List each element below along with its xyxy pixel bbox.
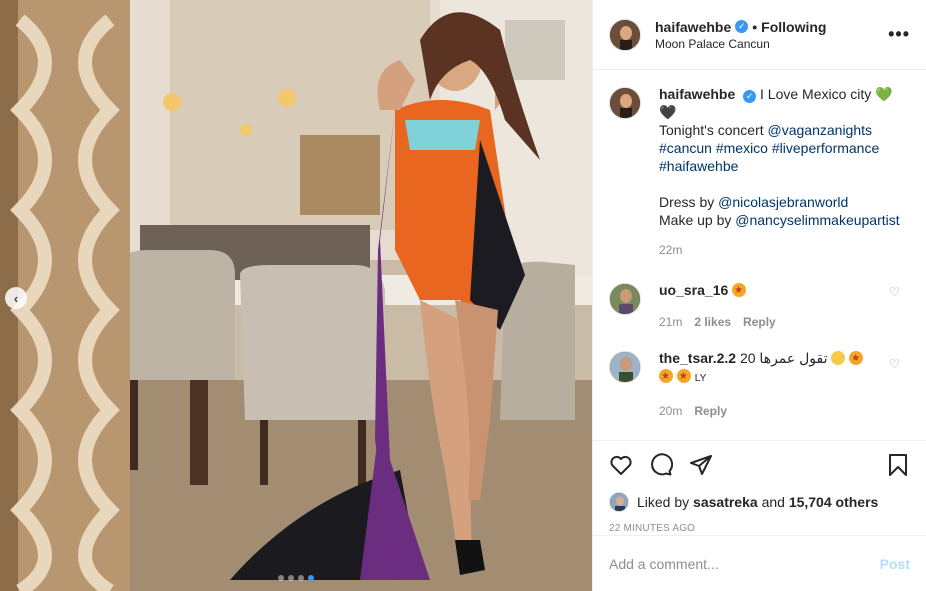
caption-username[interactable]: haifawehbe <box>659 86 735 102</box>
header-username[interactable]: haifawehbe <box>655 19 731 35</box>
carousel-dot-active <box>308 575 314 581</box>
comment-likes[interactable]: 2 likes <box>694 313 731 331</box>
post-timestamp[interactable]: 22 MINUTES AGO <box>609 523 910 534</box>
likes-summary: Liked by sasatreka and 15,704 others <box>609 491 910 513</box>
post-sidebar: haifawehbe ✓ • Following Moon Palace Can… <box>592 0 926 591</box>
hashtag-link[interactable]: #liveperformance <box>772 140 879 156</box>
comment-icon[interactable] <box>649 452 674 480</box>
carousel-dot <box>288 575 294 581</box>
caption: haifawehbe ✓ I Love Mexico city 💚 🖤 Toni… <box>609 71 910 259</box>
bookmark-icon[interactable] <box>886 453 910 480</box>
comment-input[interactable] <box>609 555 880 572</box>
reply-button[interactable]: Reply <box>694 402 727 420</box>
star-struck-emoji <box>676 368 691 386</box>
liked-and-text: and <box>761 494 785 510</box>
post-actions: Liked by sasatreka and 15,704 others 22 … <box>593 440 926 534</box>
comment-time[interactable]: 21m <box>659 313 682 331</box>
star-struck-emoji <box>732 282 747 300</box>
avatar[interactable] <box>609 87 641 119</box>
chevron-left-icon[interactable]: ‹ <box>5 287 27 309</box>
following-button[interactable]: Following <box>761 19 826 35</box>
verified-badge-icon: ✓ <box>735 20 749 33</box>
location-link[interactable]: Moon Palace Cancun <box>655 37 888 51</box>
comment-text: 20 تقول عمرها <box>739 350 828 366</box>
heart-icon[interactable] <box>609 453 633 480</box>
comment-like-heart-icon[interactable]: ♡ <box>889 285 900 299</box>
liked-by-text: Liked by <box>637 494 690 510</box>
comment-username[interactable]: uo_sra_16 <box>659 282 728 298</box>
post-photo <box>0 0 592 591</box>
caption-concert-text: Tonight's concert <box>659 122 764 138</box>
caption-time[interactable]: 22m <box>659 241 682 259</box>
avatar[interactable] <box>609 18 641 51</box>
comment-like-heart-icon[interactable]: ♡ <box>889 357 900 371</box>
comment-time[interactable]: 20m <box>659 402 682 420</box>
carousel-dot <box>298 575 304 581</box>
hashtag-link[interactable]: #cancun <box>659 140 712 156</box>
hashtag-link[interactable]: #mexico <box>716 140 768 156</box>
separator: • <box>752 18 758 35</box>
verified-badge-icon: ✓ <box>743 89 757 103</box>
star-struck-emoji <box>659 368 673 386</box>
mention-link[interactable]: @nicolasjebranworld <box>718 194 848 210</box>
reply-button[interactable]: Reply <box>743 313 776 331</box>
comment-username[interactable]: the_tsar.2.2 <box>659 350 736 366</box>
share-icon[interactable] <box>689 453 713 480</box>
post-button[interactable]: Post <box>880 556 910 572</box>
avatar[interactable] <box>609 283 641 315</box>
comment-item: uo_sra_16 21m 2 likes Reply ♡ <box>609 259 910 331</box>
carousel-dot <box>278 575 284 581</box>
hashtag-link[interactable]: #haifawehbe <box>659 158 738 174</box>
mention-link[interactable]: @nancyselimmakeupartist <box>735 212 899 228</box>
caption-makeup-text: Make up by <box>659 212 732 228</box>
liked-user-link[interactable]: sasatreka <box>693 494 758 510</box>
caption-dress-text: Dress by <box>659 194 715 210</box>
caption-text: I Love Mexico city <box>760 86 872 102</box>
avatar[interactable] <box>609 492 629 512</box>
avatar[interactable] <box>609 351 641 383</box>
black-heart-emoji: 🖤 <box>659 104 677 120</box>
post-header: haifawehbe ✓ • Following Moon Palace Can… <box>593 0 926 70</box>
instagram-post: ‹ haifawehbe ✓ • Following Moon Palace C… <box>0 0 926 591</box>
comments-list[interactable]: haifawehbe ✓ I Love Mexico city 💚 🖤 Toni… <box>593 71 926 440</box>
rofl-emoji <box>831 351 846 365</box>
mention-link[interactable]: @vaganzanights <box>768 122 873 138</box>
comment-suffix: LY <box>694 373 707 384</box>
post-media[interactable]: ‹ <box>0 0 592 591</box>
green-heart-emoji: 💚 <box>875 86 893 102</box>
comment-item: the_tsar.2.2 20 تقول عمرها LY 20m Reply <box>609 331 910 420</box>
more-options-icon[interactable]: ••• <box>888 24 910 45</box>
likes-count-link[interactable]: 15,704 others <box>789 494 879 510</box>
carousel-indicator <box>0 575 592 581</box>
add-comment-bar: Post <box>593 535 926 591</box>
star-struck-emoji <box>849 350 864 368</box>
